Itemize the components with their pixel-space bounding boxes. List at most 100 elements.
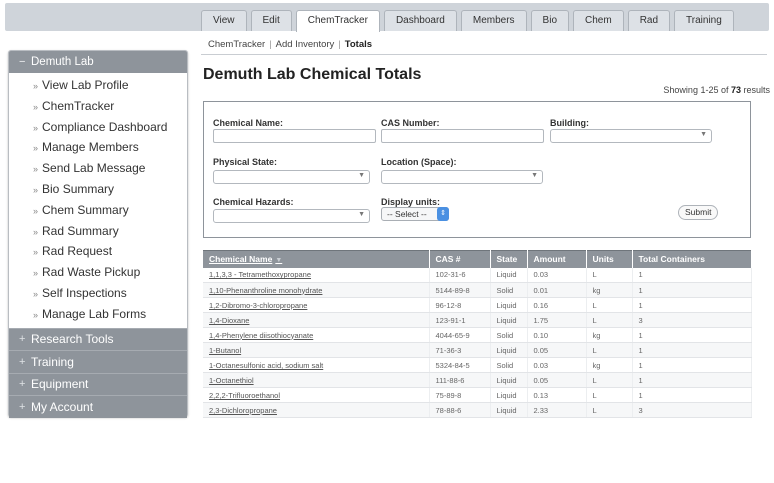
tab-rad[interactable]: Rad <box>627 10 671 31</box>
sidebar: − Demuth Lab » View Lab Profile» ChemTrack… <box>8 50 188 418</box>
breadcrumb-add-inventory[interactable]: Add Inventory <box>276 39 335 50</box>
table-row: 1-Butanol 71-36-3 Liquid 0.05 L 1 <box>203 342 752 358</box>
table-cell-cas: 71-36-3 <box>429 342 491 358</box>
sidebar-item-compliance-dashboard[interactable]: » Compliance Dashboard <box>9 117 187 138</box>
cas-number-input[interactable] <box>381 129 544 143</box>
tab-view[interactable]: View <box>201 10 247 31</box>
tab-chemtracker[interactable]: ChemTracker <box>295 10 380 32</box>
table-row: 1,4-Dioxane 123-91-1 Liquid 1.75 L 3 <box>203 312 752 328</box>
sidebar-item-chemtracker[interactable]: » ChemTracker <box>9 96 187 117</box>
bullet-arrow-icon: » <box>33 122 39 133</box>
tab-dashboard[interactable]: Dashboard <box>383 10 457 31</box>
chemical-name-link[interactable]: 1,10-Phenanthroline monohydrate <box>203 282 430 298</box>
table-cell-units: L <box>586 402 633 418</box>
chemical-name-link[interactable]: 1-Butanol <box>203 342 430 358</box>
column-header-label: CAS # <box>435 254 461 265</box>
expand-icon: + <box>19 355 26 368</box>
tab-edit[interactable]: Edit <box>250 10 292 31</box>
chemical-hazards-select[interactable]: ▼ <box>213 209 370 223</box>
table-cell-state: Liquid <box>490 267 528 283</box>
chemical-name-input[interactable] <box>213 129 376 143</box>
bullet-arrow-icon: » <box>33 268 39 279</box>
column-header-units: Units <box>586 250 633 268</box>
sidebar-item-label: Compliance Dashboard <box>42 119 168 134</box>
breadcrumb-chemtracker[interactable]: ChemTracker <box>208 39 265 50</box>
column-header-label: Units <box>592 254 614 265</box>
chemical-name-link[interactable]: 1,4-Dioxane <box>203 312 430 328</box>
column-header-label: State <box>496 254 518 265</box>
sidebar-item-label: Manage Members <box>42 140 139 155</box>
page-title: Demuth Lab Chemical Totals <box>203 66 422 83</box>
sidebar-section-label: Training <box>31 354 74 369</box>
column-header-chemical-name[interactable]: Chemical Name ▼ <box>203 250 430 268</box>
building-select[interactable]: ▼ <box>550 129 712 143</box>
table-cell-state: Liquid <box>490 402 528 418</box>
chemical-name-link[interactable]: 2,2,2-Trifluoroethanol <box>203 387 430 403</box>
chemical-name-link[interactable]: 1-Octanethiol <box>203 372 430 388</box>
sidebar-item-rad-waste-pickup[interactable]: » Rad Waste Pickup <box>9 262 187 283</box>
table-cell-state: Liquid <box>490 312 528 328</box>
table-cell-amount: 0.13 <box>527 387 587 403</box>
results-total: 73 <box>730 85 741 95</box>
sidebar-section-research-tools[interactable]: + Research Tools <box>9 327 187 351</box>
chemical-name-link[interactable]: 1,4-Phenylene diisothiocyanate <box>203 327 430 343</box>
sidebar-section-label: Demuth Lab <box>31 56 94 68</box>
sidebar-submenu: » View Lab Profile» ChemTracker» Compliance… <box>9 73 187 328</box>
table-cell-units: L <box>586 297 633 313</box>
results-count: Showing 1-25 of 73 results <box>663 85 770 95</box>
bullet-arrow-icon: » <box>33 184 39 195</box>
table-row: 1,2-Dibromo-3-chloropropane 96-12-8 Liquid… <box>203 297 752 313</box>
table-body: 1,1,3,3 - Tetramethoxypropane 102-31-6 Liq… <box>203 267 752 418</box>
table-row: 1,10-Phenanthroline monohydrate 5144-89-8… <box>203 282 752 298</box>
tab-members[interactable]: Members <box>460 10 527 31</box>
sidebar-item-manage-members[interactable]: » Manage Members <box>9 137 187 158</box>
chemical-name-link[interactable]: 1,1,3,3 - Tetramethoxypropane <box>203 267 430 283</box>
sidebar-section-label: Research Tools <box>31 332 114 347</box>
sidebar-section-demuth-lab[interactable]: − Demuth Lab <box>9 51 187 73</box>
sidebar-item-label: Send Lab Message <box>42 161 146 176</box>
table-cell-state: Solid <box>490 282 528 298</box>
sidebar-item-label: Rad Waste Pickup <box>42 265 141 280</box>
sidebar-item-manage-lab-forms[interactable]: » Manage Lab Forms <box>9 304 187 325</box>
physical-state-select[interactable]: ▼ <box>213 170 370 184</box>
sidebar-section-my-account[interactable]: + My Account <box>9 395 187 418</box>
chevron-down-icon: ▼ <box>358 172 365 179</box>
column-header-amount: Amount <box>527 250 587 268</box>
location-select[interactable]: ▼ <box>381 170 543 184</box>
bullet-arrow-icon: » <box>33 288 39 299</box>
tab-chem[interactable]: Chem <box>573 10 624 31</box>
tab-strip: View Edit ChemTracker Dashboard Members Bio Ch… <box>201 10 734 32</box>
column-header-label: Chemical Name <box>209 254 273 265</box>
filter-form: Chemical Name: CAS Number: Building: ▼ P… <box>203 101 751 238</box>
sidebar-item-self-inspections[interactable]: » Self Inspections <box>9 283 187 304</box>
sidebar-section-training[interactable]: + Training <box>9 350 187 373</box>
sidebar-item-send-lab-message[interactable]: » Send Lab Message <box>9 158 187 179</box>
tab-training[interactable]: Training <box>674 10 734 31</box>
display-units-value: -- Select -- <box>387 209 427 219</box>
results-table: Chemical Name ▼ CAS # State Amount Units Total… <box>203 250 752 418</box>
sidebar-item-view-lab-profile[interactable]: » View Lab Profile <box>9 75 187 96</box>
table-header-row: Chemical Name ▼ CAS # State Amount Units Total… <box>203 250 752 268</box>
sidebar-item-chem-summary[interactable]: » Chem Summary <box>9 200 187 221</box>
submit-button[interactable]: Submit <box>678 205 719 220</box>
table-cell-state: Solid <box>490 357 528 373</box>
sidebar-item-label: Bio Summary <box>42 181 115 196</box>
tab-bio[interactable]: Bio <box>530 10 569 31</box>
cas-number-label: CAS Number: <box>381 118 440 128</box>
table-cell-cas: 5144-89-8 <box>429 282 491 298</box>
sidebar-item-bio-summary[interactable]: » Bio Summary <box>9 179 187 200</box>
display-units-select[interactable]: -- Select -- ⇕ <box>381 207 449 221</box>
table-cell-total-containers: 1 <box>632 267 752 283</box>
sidebar-item-rad-summary[interactable]: » Rad Summary <box>9 221 187 242</box>
table-cell-amount: 0.05 <box>527 372 587 388</box>
sidebar-section-equipment[interactable]: + Equipment <box>9 372 187 396</box>
physical-state-label: Physical State: <box>213 157 278 167</box>
sidebar-item-rad-request[interactable]: » Rad Request <box>9 241 187 262</box>
sidebar-item-label: Self Inspections <box>42 285 127 300</box>
chemical-name-link[interactable]: 1,2-Dibromo-3-chloropropane <box>203 297 430 313</box>
sidebar-section-label: My Account <box>31 399 94 414</box>
chemical-name-link[interactable]: 2,3-Dichloropropane <box>203 402 430 418</box>
chemical-name-link[interactable]: 1-Octanesulfonic acid, sodium salt <box>203 357 430 373</box>
table-cell-state: Liquid <box>490 372 528 388</box>
bullet-arrow-icon: » <box>33 143 39 154</box>
